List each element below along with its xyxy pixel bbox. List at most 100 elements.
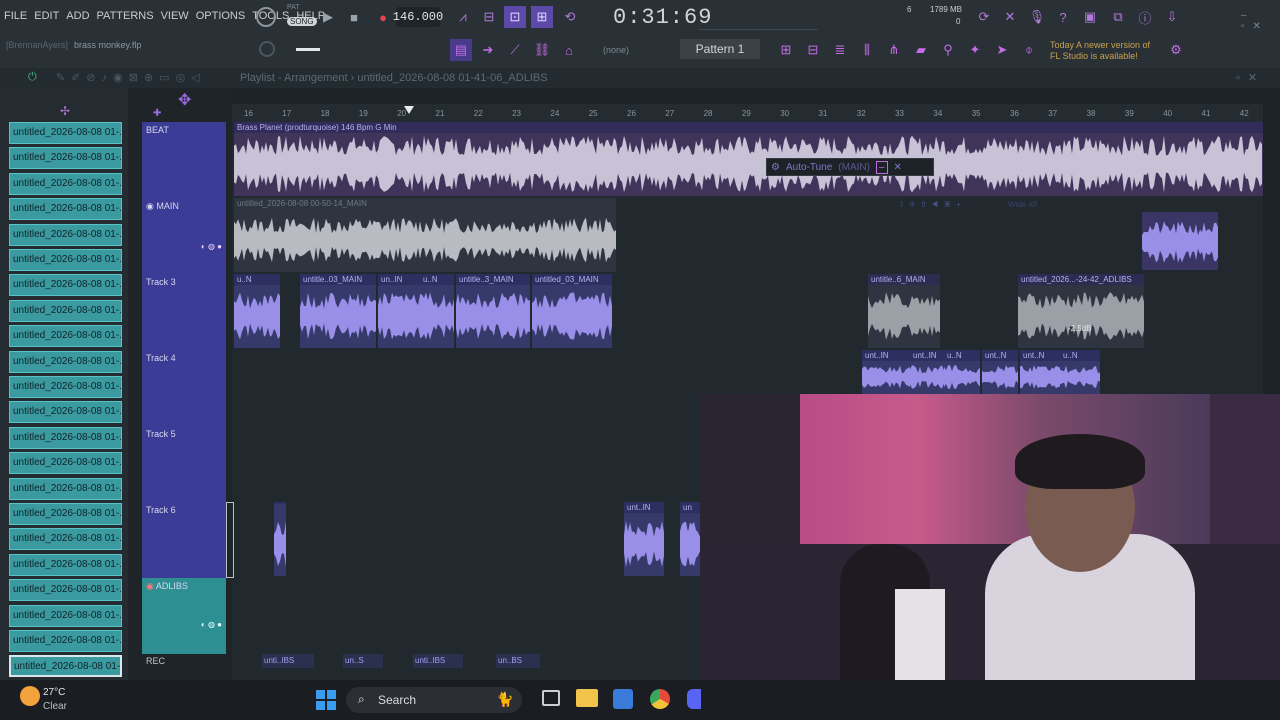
clip-rec[interactable]: unti..IBS bbox=[413, 654, 463, 668]
record-icon[interactable]: ● bbox=[372, 6, 394, 28]
clip-beat[interactable]: Brass Planet (prodturquoise) 146 Bpm G M… bbox=[234, 122, 1263, 196]
news-panel[interactable]: Today A newer version of FL Studio is av… bbox=[1050, 40, 1150, 62]
refresh-icon[interactable]: ⟳ bbox=[973, 6, 995, 28]
typing-keyboard-icon[interactable]: ⊞ bbox=[531, 6, 553, 28]
clip-track4[interactable]: unt..IN bbox=[910, 350, 946, 394]
clip-track3[interactable]: untitle..03_MAIN bbox=[300, 274, 376, 348]
pattern-item[interactable]: untitled_2026-08-08 01-... bbox=[9, 655, 122, 678]
pattern-item[interactable]: untitled_2026-08-08 01-... bbox=[9, 553, 122, 576]
add-track-icon[interactable]: ✚ bbox=[153, 108, 161, 119]
cursor-icon[interactable]: ➤ bbox=[991, 39, 1013, 61]
track-header-main[interactable]: ◉ MAIN ◐ ◍ ● bbox=[142, 198, 226, 274]
loop-record-icon[interactable]: ⟲ bbox=[559, 6, 581, 28]
pattern-item[interactable]: untitled_2026-08-08 01-... bbox=[9, 401, 122, 424]
playlist-window-controls[interactable]: ▫✕ bbox=[1236, 71, 1265, 84]
mic-icon[interactable]: 🎙 bbox=[1026, 6, 1048, 28]
pattern-item[interactable]: untitled_2026-08-08 01-... bbox=[9, 376, 122, 398]
plugin-db-icon[interactable]: ⧉ bbox=[1107, 6, 1129, 28]
clip-track4[interactable]: unt..IN bbox=[862, 350, 916, 394]
piano-roll-icon[interactable]: ⟋ bbox=[504, 39, 526, 61]
magnet-icon[interactable]: ✥ bbox=[178, 90, 191, 110]
pattern-item[interactable]: untitled_2026-08-08 01-... bbox=[9, 350, 122, 373]
track-header-adlibs[interactable]: ◉ ADLIBS ◐ ◍ ● bbox=[142, 578, 226, 654]
store-icon[interactable] bbox=[613, 689, 633, 709]
folder-icon[interactable]: ▰ bbox=[910, 39, 932, 61]
eq-icon[interactable]: ⫼ bbox=[856, 39, 878, 61]
clip-track3[interactable]: untitled_03_MAIN bbox=[532, 274, 612, 348]
pattern-item[interactable]: untitled_2026-08-08 01-... bbox=[9, 604, 122, 627]
download-icon[interactable]: ⇩ bbox=[1161, 6, 1183, 28]
stop-icon[interactable]: ■ bbox=[343, 6, 365, 28]
track-header-5[interactable]: Track 5 bbox=[142, 426, 226, 502]
windows-start-icon[interactable] bbox=[316, 690, 336, 710]
menu-patterns[interactable]: PATTERNS bbox=[97, 10, 154, 22]
song-mode-toggle[interactable]: SONG bbox=[287, 17, 317, 26]
picker-icon[interactable]: ✢ bbox=[60, 104, 70, 118]
mixer-icon[interactable]: ⊞ bbox=[775, 39, 797, 61]
plugin-toolbar-icons[interactable]: ⟟✣⇧◀▣+ bbox=[900, 200, 967, 210]
record-arm-icon[interactable]: ◉ bbox=[146, 581, 156, 591]
pattern-selector[interactable]: Pattern 1 bbox=[680, 39, 760, 59]
plugin-picker-icon[interactable]: ⚲ bbox=[937, 39, 959, 61]
info-icon[interactable]: ⓘ bbox=[1134, 6, 1156, 28]
pattern-item[interactable]: untitled_2026-08-08 01-... bbox=[9, 172, 122, 195]
channel-rack-icon[interactable]: ⊟ bbox=[802, 39, 824, 61]
track-header-6[interactable]: Track 6 bbox=[142, 502, 226, 578]
panic-icon[interactable]: ✕ bbox=[999, 6, 1021, 28]
track-controls-icon[interactable]: ◐ ◍ ● bbox=[146, 242, 222, 251]
pattern-item[interactable]: untitled_2026-08-08 01-... bbox=[9, 528, 122, 551]
taskbar-search[interactable]: ⌕ Search 🐈 bbox=[346, 687, 522, 713]
track-header-beat[interactable]: BEAT bbox=[142, 122, 226, 198]
master-pitch-slider[interactable] bbox=[296, 48, 320, 51]
clip-track4[interactable]: u..N bbox=[944, 350, 980, 394]
menu-add[interactable]: ADD bbox=[66, 10, 89, 22]
task-view-icon[interactable] bbox=[542, 690, 560, 706]
help-icon[interactable]: ? bbox=[1052, 6, 1074, 28]
track-header-3[interactable]: Track 3 bbox=[142, 274, 226, 350]
tempo-display[interactable]: 146.000 bbox=[393, 7, 443, 27]
plugin-window[interactable]: ⚙ Auto-Tune (MAIN) – ✕ bbox=[766, 158, 934, 176]
pattern-item[interactable]: untitled_2026-08-08 01-... bbox=[9, 325, 122, 348]
metronome-icon[interactable]: ⩘ bbox=[452, 6, 474, 28]
timeline-ruler[interactable]: 16 17 18 19 20 21 22 23 24 25 26 27 28 29 30 31 32 33 34 35… bbox=[232, 104, 1263, 122]
pattern-item[interactable]: untitled_2026-08-08 01-... bbox=[9, 274, 122, 297]
clip-track4[interactable]: u..N bbox=[1060, 350, 1100, 394]
clip-track6-small[interactable] bbox=[274, 502, 286, 576]
wait-input-icon[interactable]: ⊟ bbox=[478, 6, 500, 28]
track-header-rec[interactable]: REC bbox=[146, 656, 165, 666]
playlist-icon[interactable]: ▤ bbox=[450, 39, 472, 61]
clip-rec[interactable]: un..BS bbox=[496, 654, 540, 668]
clip-track3[interactable]: untitle..3_MAIN bbox=[456, 274, 530, 348]
clip-track3[interactable]: un..IN bbox=[378, 274, 420, 348]
pattern-item[interactable]: untitled_2026-08-08 01-... bbox=[9, 122, 122, 144]
pattern-item[interactable]: untitled_2026-08-08 01-... bbox=[9, 249, 122, 271]
clip-rec[interactable]: unti..IBS bbox=[262, 654, 314, 668]
stamp-icon[interactable]: ⌂ bbox=[558, 39, 580, 61]
playhead-marker[interactable] bbox=[404, 106, 414, 114]
snap-none[interactable]: (none) bbox=[603, 45, 629, 55]
clip-track6[interactable]: un bbox=[680, 502, 700, 576]
clip-track4[interactable]: unt..N bbox=[1020, 350, 1060, 394]
minimize-icon[interactable]: – bbox=[875, 160, 888, 174]
piano-icon[interactable]: ≣ bbox=[829, 39, 851, 61]
window-controls[interactable]: –▫✕ bbox=[1241, 10, 1280, 32]
settings-icon[interactable]: ⚙ bbox=[1165, 39, 1187, 61]
track-header-4[interactable]: Track 4 bbox=[142, 350, 226, 426]
close-icon[interactable]: ✕ bbox=[894, 162, 902, 173]
pattern-item[interactable]: untitled_2026-08-08 01-... bbox=[9, 147, 122, 170]
gear-icon[interactable]: ⚙ bbox=[771, 162, 780, 173]
file-explorer-icon[interactable] bbox=[576, 689, 598, 707]
touch-keyboard-icon[interactable]: ✦ bbox=[964, 39, 986, 61]
track-controls-icon[interactable]: ◐ ◍ ● bbox=[146, 620, 222, 629]
browser-icon[interactable]: ⋔ bbox=[883, 39, 905, 61]
clip-track4[interactable]: unt..N bbox=[982, 350, 1018, 394]
menu-view[interactable]: VIEW bbox=[161, 10, 189, 22]
clip-main-b[interactable] bbox=[1142, 212, 1218, 270]
clip-track6[interactable]: unt..IN bbox=[624, 502, 664, 576]
arrow-icon[interactable]: ➜ bbox=[477, 39, 499, 61]
master-volume-knob[interactable] bbox=[256, 7, 276, 27]
clip-main[interactable]: untitled_2026-08-08 00-50-14_MAIN bbox=[234, 198, 616, 272]
pattern-item[interactable]: untitled_2026-08-08 01-... bbox=[9, 299, 122, 322]
menu-edit[interactable]: EDIT bbox=[34, 10, 59, 22]
pattern-item[interactable]: untitled_2026-08-08 01-... bbox=[9, 426, 122, 449]
